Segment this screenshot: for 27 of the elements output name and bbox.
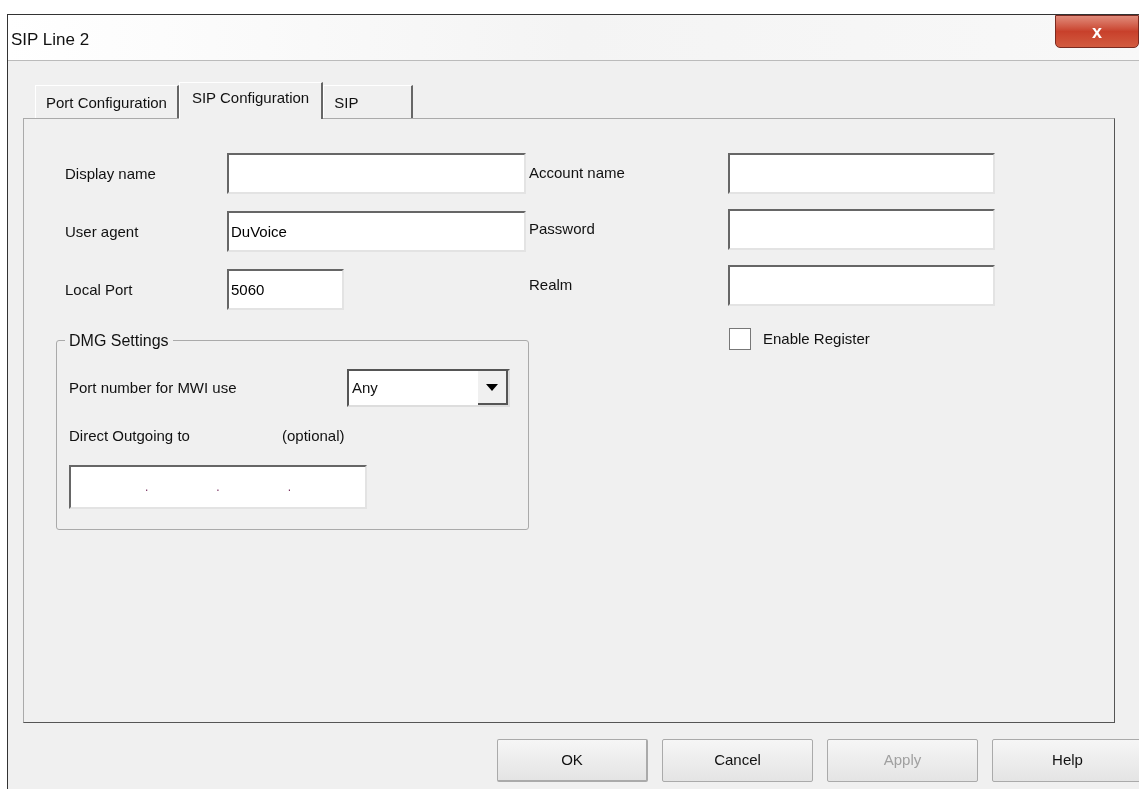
- input-field[interactable]: [227, 153, 526, 194]
- field-label: Account name: [529, 163, 626, 184]
- field-label: Realm: [529, 275, 574, 296]
- field-label: Password: [529, 219, 596, 240]
- dialog-button[interactable]: OK: [497, 739, 648, 782]
- field-label: Display name: [65, 164, 157, 185]
- dropdown[interactable]: Any: [347, 369, 510, 407]
- close-button[interactable]: x: [1055, 15, 1139, 48]
- checkbox-label: Enable Register: [763, 329, 870, 349]
- tab[interactable]: Port Configuration: [35, 85, 179, 118]
- input-field[interactable]: [728, 209, 995, 250]
- field-label: Local Port: [65, 280, 134, 301]
- ip-address-field[interactable]: . . .: [69, 464, 367, 509]
- tab[interactable]: SIP Configuration: [178, 82, 324, 119]
- input-field[interactable]: [728, 153, 995, 194]
- field-label: (optional): [282, 426, 345, 446]
- checkbox[interactable]: [729, 328, 751, 351]
- input-field[interactable]: 5060: [227, 269, 344, 310]
- input-field[interactable]: [728, 265, 995, 306]
- dialog-button[interactable]: Help: [992, 739, 1139, 782]
- field-label: Port number for MWI use: [69, 377, 238, 398]
- input-field[interactable]: DuVoice: [227, 211, 526, 252]
- field-label: User agent: [65, 222, 140, 243]
- tab[interactable]: SIP: [323, 85, 414, 118]
- field-label: Direct Outgoing to: [69, 426, 191, 446]
- window-title: SIP Line 2: [11, 29, 90, 51]
- dialog-button[interactable]: Cancel: [662, 739, 813, 782]
